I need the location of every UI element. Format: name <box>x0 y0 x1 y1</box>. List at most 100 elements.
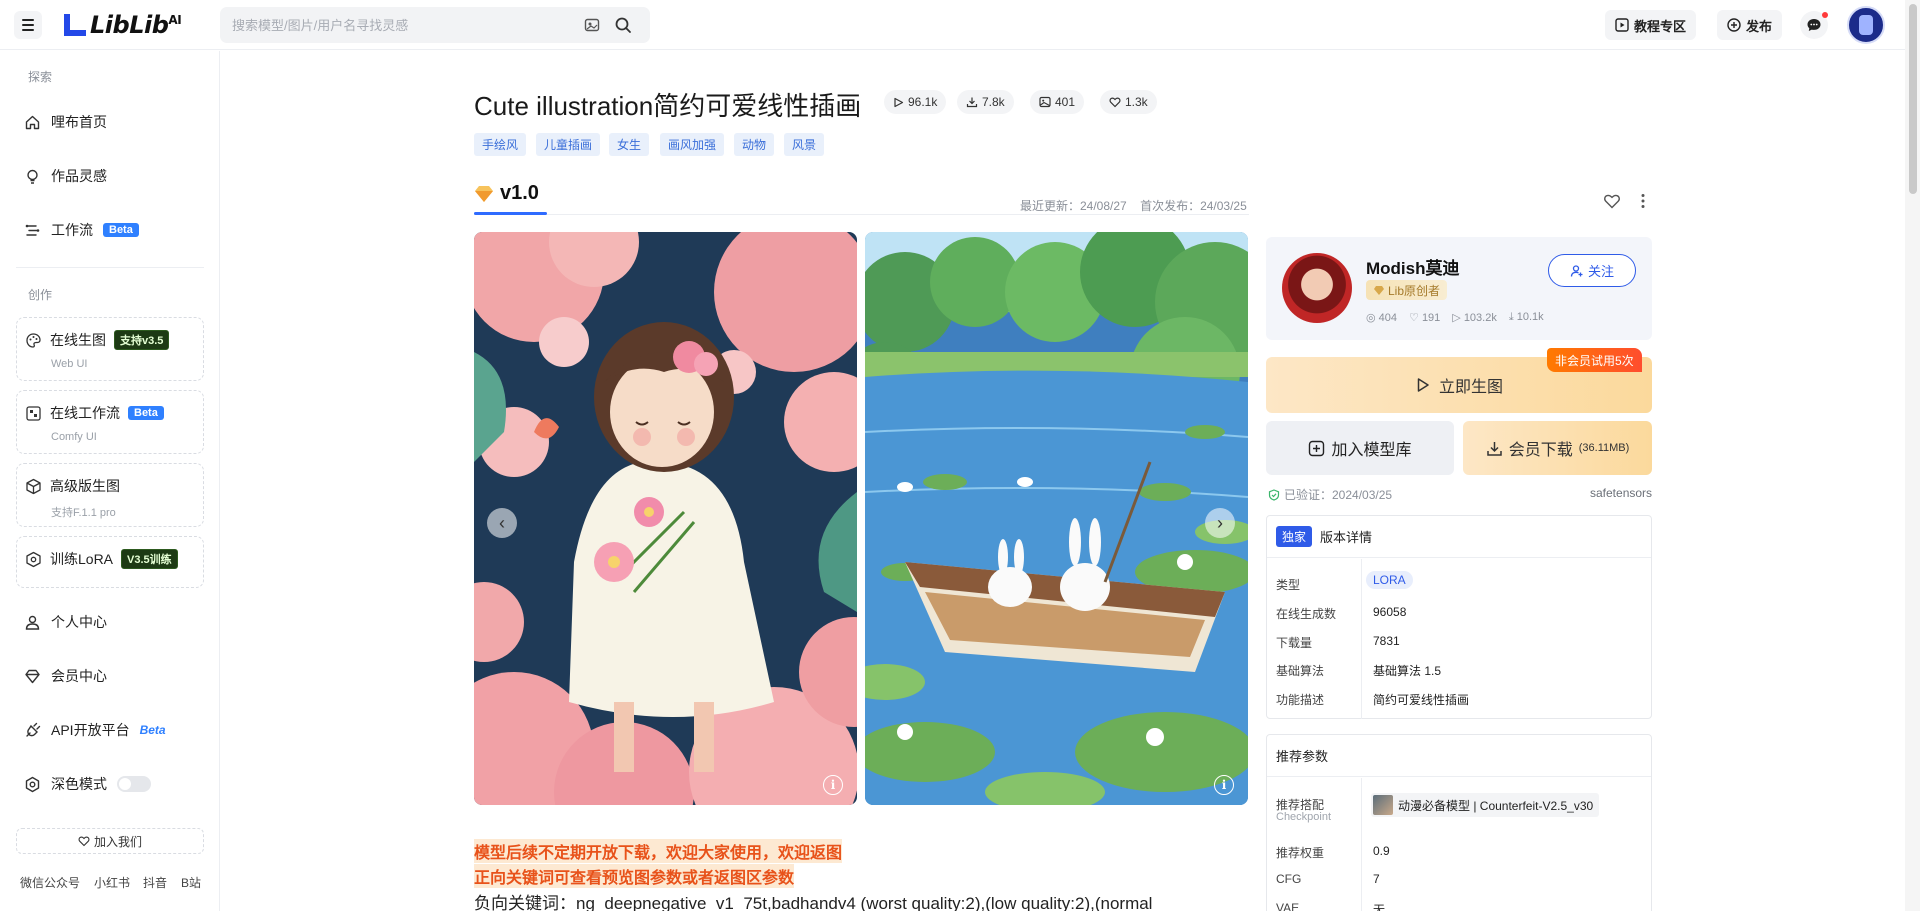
creator-badge: Lib原创者 <box>1366 280 1448 300</box>
sidebar-card-advanced[interactable]: 高级版生图 支持F.1.1 pro <box>16 463 204 527</box>
heart-icon <box>1109 97 1121 108</box>
sidebar-item-workflow[interactable]: 工作流 Beta <box>24 218 139 242</box>
sidebar-item-membership[interactable]: 会员中心 <box>24 664 107 688</box>
author-avatar[interactable] <box>1282 253 1352 323</box>
follow-label: 关注 <box>1587 264 1614 279</box>
divider <box>1361 778 1362 911</box>
creator-badge-label: Lib原创者 <box>1388 283 1441 298</box>
dark-mode-toggle[interactable] <box>117 776 151 792</box>
favorite-icon[interactable] <box>1603 192 1621 210</box>
version-details-title: 版本详情 <box>1320 530 1373 545</box>
user-icon <box>25 615 40 630</box>
description-line: 正向关键词可查看预览图参数或者返图区参数 <box>474 864 795 888</box>
preview-image-girl[interactable]: i <box>474 232 857 805</box>
model-title: Cute illustration简约可爱线性插画 <box>474 91 862 121</box>
sidebar-item-label: 深色模式 <box>51 776 107 792</box>
image-search-icon[interactable] <box>584 17 600 33</box>
follow-button[interactable]: 关注 <box>1548 254 1636 287</box>
checkpoint-chip[interactable]: 动漫必备模型 | Counterfeit-V2.5_v30 <box>1371 793 1600 817</box>
sidebar-item-label: 哩布首页 <box>51 114 107 130</box>
social-link-xiaohongshu[interactable]: 小红书 <box>94 874 130 891</box>
vip-download-button[interactable]: 会员下载 (36.11MB) <box>1463 421 1652 475</box>
model-dates: 最近更新：24/08/27 首次发布：24/03/25 <box>1020 197 1247 214</box>
join-us-button[interactable]: 加入我们 <box>16 828 204 854</box>
search-input[interactable] <box>220 7 560 43</box>
add-to-library-label: 加入模型库 <box>1331 442 1412 459</box>
user-avatar[interactable] <box>1847 6 1885 44</box>
stat-value: 1.3k <box>1125 95 1148 109</box>
detail-key: 基础算法 <box>1276 664 1325 678</box>
sidebar-item-inspiration[interactable]: 作品灵感 <box>24 164 107 188</box>
rabbits-illustration <box>865 232 1248 805</box>
stat-runs: 96.1k <box>884 90 947 114</box>
top-bar: LibLibAI 教程专区 发布 <box>0 0 1920 50</box>
sidebar-card-label: 高级版生图 <box>50 478 120 494</box>
version-details-header: 独家 版本详情 <box>1267 516 1651 558</box>
version-tab[interactable]: v1.0 <box>474 182 539 205</box>
bulb-icon <box>27 169 38 184</box>
play-square-icon <box>1615 18 1629 32</box>
plus-circle-icon <box>1727 18 1741 32</box>
stat-downloads: 7.8k <box>957 90 1014 114</box>
tutorial-label: 教程专区 <box>1634 18 1687 34</box>
carousel-prev-icon[interactable]: ‹ <box>487 508 517 538</box>
social-link-wechat[interactable]: 微信公众号 <box>20 874 80 891</box>
version-tab-underline <box>474 212 547 215</box>
detail-key: 下载量 <box>1276 636 1313 650</box>
social-link-bilibili[interactable]: B站 <box>181 874 201 891</box>
message-button[interactable] <box>1800 11 1828 39</box>
more-icon[interactable] <box>1640 192 1646 210</box>
updated-date: 最近更新：24/08/27 <box>1020 199 1127 213</box>
menu-icon[interactable] <box>14 11 42 39</box>
stat-value: 401 <box>1055 95 1076 109</box>
join-us-label: 加入我们 <box>93 834 142 849</box>
stat-value: 96.1k <box>908 95 938 109</box>
author-name[interactable]: Modish莫迪 <box>1366 254 1460 279</box>
detail-key: 在线生成数 <box>1276 607 1337 621</box>
carousel-next-icon[interactable]: › <box>1205 508 1235 538</box>
tag[interactable]: 画风加强 <box>660 133 725 156</box>
divider <box>1361 559 1362 719</box>
scrollbar-thumb[interactable] <box>1909 4 1917 194</box>
published-date: 首次发布：24/03/25 <box>1140 199 1247 213</box>
sidebar-item-profile[interactable]: 个人中心 <box>24 610 107 634</box>
info-icon[interactable]: i <box>823 775 843 795</box>
tag[interactable]: 儿童插画 <box>536 133 601 156</box>
sidebar-item-label: 个人中心 <box>51 614 107 630</box>
flow-icon <box>26 405 41 421</box>
tag[interactable]: 手绘风 <box>474 133 527 156</box>
tutorial-button[interactable]: 教程专区 <box>1605 10 1697 40</box>
generate-label: 立即生图 <box>1438 379 1503 396</box>
beta-badge: Beta <box>103 223 139 237</box>
preview-image-rabbits[interactable]: i <box>865 232 1248 805</box>
page-scrollbar[interactable] <box>1905 0 1920 911</box>
home-icon <box>25 115 40 129</box>
diamond-icon <box>25 669 40 683</box>
stat-likes[interactable]: 1.3k <box>1100 90 1157 114</box>
author-followers: ◎ 404 <box>1366 312 1398 324</box>
detail-value: LORA <box>1366 571 1413 589</box>
sidebar-card-comfyui[interactable]: 在线工作流 Beta Comfy UI <box>16 390 204 454</box>
sidebar-card-lora[interactable]: 训练LoRA V3.5训练 <box>16 536 204 588</box>
social-link-douyin[interactable]: 抖音 <box>143 874 167 891</box>
tag[interactable]: 风景 <box>784 133 825 156</box>
sidebar-card-webui[interactable]: 在线生图 支持v3.5 Web UI <box>16 317 204 381</box>
sidebar-item-dark-mode: 深色模式 <box>24 772 151 796</box>
tag[interactable]: 动物 <box>734 133 775 156</box>
workflow-icon <box>25 224 40 236</box>
add-to-library-button[interactable]: 加入模型库 <box>1266 421 1454 475</box>
explore-section-label: 探索 <box>28 70 53 84</box>
info-icon[interactable]: i <box>1214 775 1234 795</box>
sidebar: 探索 哩布首页 作品灵感 工作流 Beta 创作 在线生图 支持v3.5 Web… <box>0 51 220 911</box>
publish-button[interactable]: 发布 <box>1717 10 1783 40</box>
girl-illustration <box>474 232 857 805</box>
sidebar-item-api[interactable]: API开放平台 Beta <box>24 718 166 742</box>
logo[interactable]: LibLibAI <box>62 10 182 40</box>
palette-icon <box>26 332 41 348</box>
version-label: v1.0 <box>500 182 539 204</box>
divider <box>16 267 204 268</box>
tag[interactable]: 女生 <box>609 133 650 156</box>
sidebar-item-home[interactable]: 哩布首页 <box>24 110 107 134</box>
search-icon[interactable] <box>614 16 632 34</box>
detail-key: CFG <box>1276 872 1302 886</box>
